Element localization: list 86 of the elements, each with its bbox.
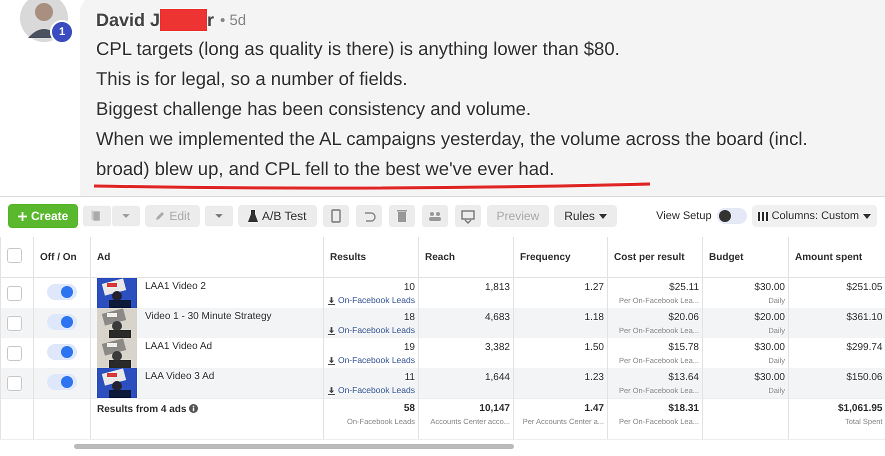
budget-value: $30.00: [753, 281, 785, 293]
ad-toggle[interactable]: [47, 314, 77, 330]
row-checkbox[interactable]: [7, 286, 22, 301]
spent-value: $251.05: [845, 281, 882, 293]
budget-value: $30.00: [753, 371, 785, 383]
people-icon[interactable]: [420, 205, 449, 227]
results-value: 18: [402, 311, 415, 323]
comment-time: • 5d: [220, 12, 246, 28]
results-value: 11: [404, 371, 415, 383]
summary-label: Results from 4 ads: [97, 403, 186, 415]
results-value: 10: [402, 281, 415, 293]
pencil-icon: [155, 211, 166, 221]
result-type-link[interactable]: On-Facebook Leads: [338, 325, 415, 336]
row-checkbox[interactable]: [7, 346, 22, 361]
column-header[interactable]: Ad: [97, 252, 110, 262]
budget-value: $30.00: [753, 341, 785, 353]
results-total: 58: [402, 402, 415, 414]
view-setup-toggle[interactable]: [716, 208, 747, 224]
cost-total: $18.31: [667, 402, 699, 414]
trash-icon[interactable]: [388, 205, 416, 227]
spent-total: $1,061.95: [837, 402, 882, 414]
reach-value: 4,683: [484, 311, 510, 323]
ad-name[interactable]: LAA1 Video Ad: [145, 338, 212, 352]
spent-value: $150.06: [845, 371, 882, 383]
frequency-value: 1.27: [584, 281, 604, 293]
frequency-total: 1.47: [584, 402, 604, 414]
column-header[interactable]: Results: [330, 252, 366, 262]
result-type-link[interactable]: On-Facebook Leads: [338, 295, 415, 306]
frequency-value: 1.23: [584, 371, 604, 383]
ad-toggle[interactable]: [47, 374, 77, 390]
results-value: 19: [402, 341, 415, 353]
column-header[interactable]: Budget: [709, 252, 744, 262]
comment-text: broad) blew up, and CPL fell to the best we've ever had.: [96, 157, 556, 181]
scrollbar[interactable]: [74, 444, 514, 449]
cost-value: $20.06: [667, 311, 699, 323]
comment-text: This is for legal, so a number of fields.: [96, 67, 409, 91]
frequency-value: 1.50: [584, 341, 604, 353]
comment-text: When we implemented the AL campaigns yesterday, the volume across the board (incl.: [96, 127, 809, 151]
columns-button[interactable]: Columns: Custom: [752, 205, 877, 227]
author-name: David J: [96, 10, 160, 30]
ab-test-button[interactable]: A/B Test: [238, 205, 317, 227]
spent-value: $361.10: [845, 311, 882, 323]
caret-icon[interactable]: [205, 205, 234, 227]
notification-badge: 1: [50, 20, 74, 44]
caret-icon: [863, 214, 871, 218]
result-type-link[interactable]: On-Facebook Leads: [338, 355, 415, 366]
result-type-link[interactable]: On-Facebook Leads: [338, 385, 415, 396]
undo-icon[interactable]: [354, 205, 383, 227]
cost-value: $13.64: [667, 371, 699, 383]
reach-value: 3,382: [484, 341, 510, 353]
comment-text: CPL targets (long as quality is there) is anything lower than $80.: [96, 37, 621, 61]
reach-value: 1,644: [484, 371, 510, 383]
row-checkbox[interactable]: [7, 316, 22, 331]
caret-icon[interactable]: [112, 205, 140, 227]
reach-total: 10,147: [478, 402, 510, 414]
spent-value: $299.74: [845, 341, 882, 353]
columns-icon: [758, 212, 768, 220]
column-header[interactable]: Off / On: [40, 252, 77, 262]
select-all-checkbox[interactable]: [7, 248, 22, 263]
flask-icon: [248, 210, 258, 222]
download-icon: [328, 386, 335, 394]
download-icon: [328, 356, 335, 364]
ad-toggle[interactable]: [47, 284, 77, 300]
budget-value: $20.00: [753, 311, 785, 323]
comment-text: Biggest challenge has been consistency and volume.: [96, 97, 532, 121]
cost-value: $25.11: [668, 281, 699, 293]
reach-value: 1,813: [484, 281, 510, 293]
row-checkbox[interactable]: [7, 376, 22, 391]
duplicate-icon[interactable]: [83, 205, 112, 227]
column-header[interactable]: Amount spent: [795, 252, 862, 262]
redaction-mark: [160, 9, 208, 31]
rules-button[interactable]: Rules: [554, 205, 617, 227]
frequency-value: 1.18: [584, 311, 604, 323]
column-header[interactable]: Frequency: [520, 252, 571, 262]
view-setup-label: View Setup: [656, 210, 712, 222]
download-icon: [328, 326, 335, 334]
ad-name[interactable]: LAA Video 3 Ad: [145, 368, 214, 382]
cost-value: $15.78: [667, 341, 699, 353]
ad-name[interactable]: LAA1 Video 2: [145, 278, 206, 292]
plus-icon: [18, 212, 27, 220]
column-header[interactable]: Reach: [425, 252, 456, 262]
caret-icon: [598, 214, 607, 218]
download-icon: [328, 296, 335, 304]
ad-toggle[interactable]: [47, 344, 77, 360]
author-name-end: r: [207, 10, 214, 30]
info-icon[interactable]: [189, 404, 198, 413]
